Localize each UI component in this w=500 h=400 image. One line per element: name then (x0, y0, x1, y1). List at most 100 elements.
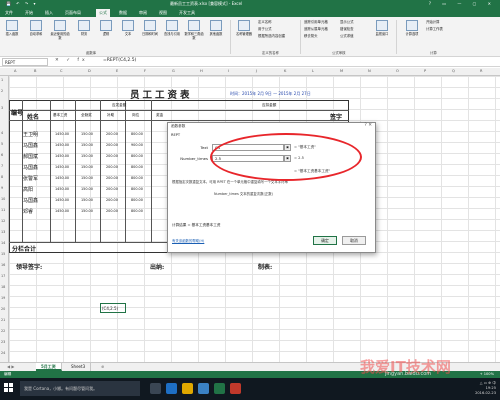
name-manager-button[interactable]: 名称管理器 (234, 20, 254, 42)
full-attendance-cell[interactable]: 150.00 (81, 154, 93, 158)
column-header[interactable]: B (34, 69, 36, 73)
allowance-cell[interactable]: 200.00 (106, 176, 118, 180)
file-explorer-icon[interactable] (182, 383, 193, 394)
post-cell[interactable]: 800.00 (131, 187, 143, 191)
calc-options-button[interactable]: 计算选项 (402, 20, 422, 42)
task-view-icon[interactable] (150, 383, 161, 394)
post-cell[interactable]: 800.00 (131, 165, 143, 169)
row-header[interactable]: 16 (1, 263, 5, 267)
add-sheet-icon[interactable]: ⊕ (96, 363, 109, 371)
column-header[interactable]: J (256, 69, 257, 73)
row-header[interactable]: 11 (1, 208, 5, 212)
full-attendance-cell[interactable]: 150.00 (81, 187, 93, 191)
basic-salary-cell[interactable]: 1450.00 (55, 176, 69, 180)
allowance-cell[interactable]: 200.00 (106, 154, 118, 158)
full-attendance-cell[interactable]: 150.00 (81, 132, 93, 136)
tab-review[interactable]: 审阅 (136, 9, 150, 17)
employee-name[interactable]: 王卫明 (23, 131, 38, 138)
edge-browser-icon[interactable] (166, 383, 177, 394)
full-attendance-cell[interactable]: 150.00 (81, 143, 93, 147)
formula-input[interactable]: =REPT(C4,2.5) (103, 58, 136, 63)
autosum-button[interactable]: 自动求和 (26, 20, 46, 42)
column-header[interactable]: G (172, 69, 175, 73)
tab-data[interactable]: 数据 (116, 9, 130, 17)
row-header[interactable]: 10 (1, 197, 5, 201)
sheet-tab-sheet3[interactable]: Sheet3 (66, 363, 92, 371)
evaluate-formula-button[interactable]: 公式求值 (340, 34, 354, 39)
column-header[interactable]: L (312, 69, 314, 73)
basic-salary-cell[interactable]: 1450.00 (55, 132, 69, 136)
column-header[interactable]: H (200, 69, 203, 73)
store-icon[interactable] (198, 383, 209, 394)
full-attendance-cell[interactable]: 150.00 (81, 198, 93, 202)
calculate-now-button[interactable]: 开始计算 (426, 20, 440, 25)
watch-window-button[interactable]: 监视窗口 (372, 20, 392, 42)
allowance-cell[interactable]: 200.00 (106, 132, 118, 136)
app-icon[interactable] (230, 383, 241, 394)
dialog-help-close-icons[interactable]: ? ✕ (364, 123, 372, 128)
trace-precedents-button[interactable]: 追踪引用单元格 (304, 20, 328, 25)
quick-access-toolbar[interactable]: 💾 ↶ ↷ ▾ (6, 1, 38, 6)
basic-salary-cell[interactable]: 1450.00 (55, 154, 69, 158)
math-trig-button[interactable]: 数学和三角函数 (184, 20, 204, 42)
post-cell[interactable]: 900.00 (131, 143, 143, 147)
basic-salary-cell[interactable]: 1450.00 (55, 143, 69, 147)
window-controls[interactable]: ? ▭ — ▢ ✕ (429, 1, 496, 6)
row-header[interactable]: 15 (1, 252, 5, 256)
lookup-reference-button[interactable]: 查找与引用 (162, 20, 182, 42)
row-header[interactable]: 18 (1, 285, 5, 289)
cortana-search-box[interactable]: 我是 Cortana，小娜。有问题尽管问我。 (20, 381, 140, 396)
basic-salary-cell[interactable]: 1450.00 (55, 165, 69, 169)
post-cell[interactable]: 800.00 (131, 198, 143, 202)
row-header[interactable]: 1 (1, 78, 3, 82)
employee-name[interactable]: 邓睿 (23, 208, 33, 215)
employee-name[interactable]: 高阳 (23, 186, 33, 193)
employee-name[interactable]: 张警军 (23, 175, 38, 182)
system-tray[interactable]: △ ▭ ⊕ 中 19:25 2016-02-23 (475, 381, 496, 396)
row-header[interactable]: 3 (1, 106, 3, 110)
ok-button[interactable]: 确定 (313, 236, 337, 245)
employee-name[interactable]: 马国鑫 (23, 197, 38, 204)
formula-bar-buttons[interactable]: ✕ ✓ fx (55, 58, 88, 63)
insert-function-button[interactable]: 插入函数 (2, 20, 22, 42)
calculate-sheet-button[interactable]: 计算工作表 (426, 27, 443, 32)
show-formulas-button[interactable]: 显示公式 (340, 20, 354, 25)
error-checking-button[interactable]: 错误检查 (340, 27, 354, 32)
row-header[interactable]: 23 (1, 340, 5, 344)
column-header[interactable]: P (424, 69, 426, 73)
post-cell[interactable]: 800.00 (131, 132, 143, 136)
column-header[interactable]: N (368, 69, 371, 73)
column-header[interactable]: Q (452, 69, 455, 73)
full-attendance-cell[interactable]: 150.00 (81, 176, 93, 180)
date-time-button[interactable]: 日期和时间 (140, 20, 160, 42)
row-header[interactable]: 7 (1, 164, 3, 168)
row-header[interactable]: 8 (1, 175, 3, 179)
sheet-tab-may-salary[interactable]: 5月工资 (36, 363, 62, 371)
column-header[interactable]: C (60, 69, 63, 73)
row-header[interactable]: 19 (1, 296, 5, 300)
allowance-cell[interactable]: 200.00 (106, 209, 118, 213)
name-box[interactable]: REPT (2, 58, 48, 66)
remove-arrows-button[interactable]: 移去箭头 (304, 34, 318, 39)
tab-file[interactable]: 文件 (2, 9, 16, 17)
column-header[interactable]: R (480, 69, 483, 73)
column-header[interactable]: D (88, 69, 91, 73)
use-in-formula-button[interactable]: 用于公式 (258, 27, 272, 32)
post-cell[interactable]: 800.00 (131, 176, 143, 180)
column-header[interactable]: I (228, 69, 229, 73)
full-attendance-cell[interactable]: 150.00 (81, 209, 93, 213)
column-header[interactable]: O (396, 69, 399, 73)
define-name-button[interactable]: 定义名称 (258, 20, 272, 25)
zoom-level[interactable]: + 100% (480, 372, 494, 376)
row-header[interactable]: 4 (1, 131, 3, 135)
function-help-link[interactable]: 有关该函数的帮助(H) (172, 238, 204, 243)
row-header[interactable]: 20 (1, 307, 5, 311)
post-cell[interactable]: 800.00 (131, 154, 143, 158)
excel-app-icon[interactable] (214, 383, 225, 394)
employee-name[interactable]: 郝国斌 (23, 153, 38, 160)
row-header[interactable]: 21 (1, 318, 5, 322)
create-from-selection-button[interactable]: 根据所选内容创建 (258, 34, 285, 39)
active-cell[interactable]: (C4,2.5) (100, 303, 126, 313)
text-functions-button[interactable]: 文本 (118, 20, 138, 42)
column-header[interactable]: A (14, 69, 16, 73)
